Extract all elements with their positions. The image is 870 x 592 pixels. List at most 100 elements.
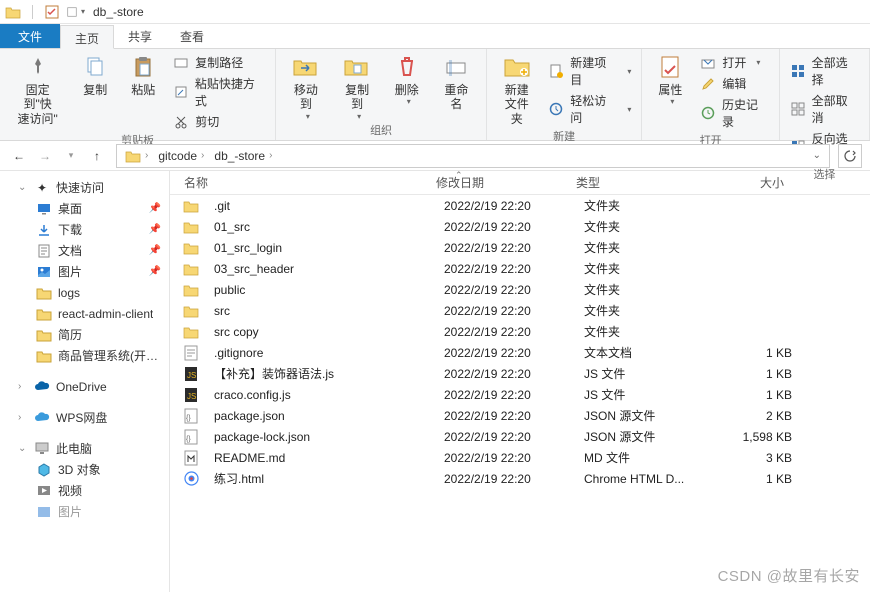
file-date: 2022/2/19 22:20 — [438, 388, 578, 402]
tab-share[interactable]: 共享 — [114, 24, 166, 48]
tab-file[interactable]: 文件 — [0, 24, 60, 48]
refresh-button[interactable] — [838, 144, 862, 168]
file-row[interactable]: .gitignore2022/2/19 22:20文本文档1 KB — [170, 342, 870, 363]
file-row[interactable]: src2022/2/19 22:20文件夹 — [170, 300, 870, 321]
up-button[interactable]: ↑ — [86, 145, 108, 167]
nav-desktop[interactable]: 桌面📌 — [0, 198, 169, 219]
paste-shortcut-button[interactable]: 粘贴快捷方式 — [169, 74, 269, 110]
column-type[interactable]: 类型 — [570, 174, 690, 191]
qat-dropdown-icon[interactable] — [67, 3, 85, 21]
file-name: 03_src_header — [208, 262, 438, 276]
file-row[interactable]: {}package-lock.json2022/2/19 22:20JSON 源… — [170, 426, 870, 447]
move-to-button[interactable]: 移动到 — [282, 51, 329, 121]
svg-text:{}: {} — [186, 436, 191, 443]
folder-icon — [182, 323, 200, 341]
copy-icon — [81, 53, 109, 81]
svg-text:JS: JS — [187, 371, 196, 380]
nav-documents[interactable]: 文档📌 — [0, 240, 169, 261]
file-size: 2 KB — [698, 409, 798, 423]
open-button[interactable]: 打开 — [696, 53, 773, 72]
properties-button[interactable]: 属性 — [648, 51, 692, 106]
pin-icon: 📌 — [149, 203, 161, 214]
file-row[interactable]: 练习.html2022/2/19 22:20Chrome HTML D...1 … — [170, 468, 870, 489]
breadcrumb-seg-dbstore[interactable]: db_-store› — [210, 147, 276, 165]
nav-onedrive[interactable]: ›OneDrive — [0, 376, 169, 397]
breadcrumb[interactable]: › gitcode› db_-store› ⌄ — [116, 144, 830, 168]
select-none-button[interactable]: 全部取消 — [786, 91, 863, 127]
md-icon — [182, 449, 200, 467]
window-title: db_-store — [93, 5, 144, 19]
nav-3d-objects[interactable]: 3D 对象 — [0, 459, 169, 480]
delete-button[interactable]: 删除 — [385, 51, 429, 106]
copy-to-button[interactable]: 复制到 — [333, 51, 380, 121]
breadcrumb-root-icon[interactable]: › — [121, 147, 152, 165]
select-all-button[interactable]: 全部选择 — [786, 53, 863, 89]
recent-locations-button[interactable]: ▾ — [60, 145, 82, 167]
paste-shortcut-icon — [173, 84, 189, 100]
nav-logs[interactable]: logs — [0, 282, 169, 303]
content: ⌄✦快速访问 桌面📌 下载📌 文档📌 图片📌 logs react-admin-… — [0, 171, 870, 592]
column-name[interactable]: 名称 — [170, 174, 430, 191]
pin-quick-access-button[interactable]: 固定到"快 速访问" — [6, 51, 69, 126]
copy-path-button[interactable]: 复制路径 — [169, 53, 269, 72]
new-item-button[interactable]: 新建项目 — [544, 53, 635, 89]
file-row[interactable]: 01_src_login2022/2/19 22:20文件夹 — [170, 237, 870, 258]
file-date: 2022/2/19 22:20 — [438, 304, 578, 318]
file-row[interactable]: JS【补充】装饰器语法.js2022/2/19 22:20JS 文件1 KB — [170, 363, 870, 384]
select-none-icon — [790, 101, 806, 117]
file-row[interactable]: .git2022/2/19 22:20文件夹 — [170, 195, 870, 216]
nav-pictures[interactable]: 图片📌 — [0, 261, 169, 282]
file-row[interactable]: JScraco.config.js2022/2/19 22:20JS 文件1 K… — [170, 384, 870, 405]
new-folder-button[interactable]: 新建 文件夹 — [493, 51, 541, 126]
file-type: JSON 源文件 — [578, 407, 698, 424]
paste-button[interactable]: 粘贴 — [121, 51, 165, 97]
rename-icon — [442, 53, 470, 81]
nav-quick-access[interactable]: ⌄✦快速访问 — [0, 177, 169, 198]
breadcrumb-dropdown[interactable]: ⌄ — [809, 148, 825, 163]
forward-button[interactable]: → — [34, 145, 56, 167]
properties-icon[interactable] — [43, 3, 61, 21]
column-size[interactable]: 大小 — [690, 174, 790, 191]
file-size: 1 KB — [698, 472, 798, 486]
file-name: 练习.html — [208, 470, 438, 487]
onedrive-icon — [34, 379, 50, 395]
copy-button[interactable]: 复制 — [73, 51, 117, 97]
nav-pictures2[interactable]: 图片 — [0, 501, 169, 522]
file-type: 文件夹 — [578, 239, 698, 256]
file-type: 文件夹 — [578, 218, 698, 235]
file-row[interactable]: public2022/2/19 22:20文件夹 — [170, 279, 870, 300]
nav-pms[interactable]: 商品管理系统(开发) — [0, 345, 169, 366]
file-type: MD 文件 — [578, 449, 698, 466]
edit-button[interactable]: 编辑 — [696, 74, 773, 93]
easy-access-button[interactable]: 轻松访问 — [544, 91, 635, 127]
file-row[interactable]: README.md2022/2/19 22:20MD 文件3 KB — [170, 447, 870, 468]
nav-videos[interactable]: 视频 — [0, 480, 169, 501]
select-all-icon — [790, 63, 806, 79]
navigation-pane[interactable]: ⌄✦快速访问 桌面📌 下载📌 文档📌 图片📌 logs react-admin-… — [0, 171, 170, 592]
delete-icon — [393, 53, 421, 81]
nav-resume[interactable]: 简历 — [0, 324, 169, 345]
history-button[interactable]: 历史记录 — [696, 95, 773, 131]
wps-icon — [34, 410, 50, 426]
file-row[interactable]: 03_src_header2022/2/19 22:20文件夹 — [170, 258, 870, 279]
svg-text:{}: {} — [186, 415, 191, 422]
nav-downloads[interactable]: 下载📌 — [0, 219, 169, 240]
group-label-organize: 组织 — [282, 121, 480, 139]
nav-react-admin[interactable]: react-admin-client — [0, 303, 169, 324]
file-row[interactable]: src copy2022/2/19 22:20文件夹 — [170, 321, 870, 342]
tab-home[interactable]: 主页 — [60, 25, 114, 49]
file-row[interactable]: {}package.json2022/2/19 22:20JSON 源文件2 K… — [170, 405, 870, 426]
nav-wps[interactable]: ›WPS网盘 — [0, 407, 169, 428]
tab-view[interactable]: 查看 — [166, 24, 218, 48]
nav-this-pc[interactable]: ⌄此电脑 — [0, 438, 169, 459]
column-date[interactable]: 修改日期 — [430, 174, 570, 191]
rename-button[interactable]: 重命名 — [433, 51, 480, 112]
file-date: 2022/2/19 22:20 — [438, 430, 578, 444]
folder-icon — [36, 348, 52, 364]
file-row[interactable]: 01_src2022/2/19 22:20文件夹 — [170, 216, 870, 237]
breadcrumb-seg-gitcode[interactable]: gitcode› — [154, 147, 208, 165]
json-icon: {} — [182, 407, 200, 425]
title-bar: db_-store — [0, 0, 870, 24]
back-button[interactable]: ← — [8, 145, 30, 167]
cut-button[interactable]: 剪切 — [169, 112, 269, 131]
